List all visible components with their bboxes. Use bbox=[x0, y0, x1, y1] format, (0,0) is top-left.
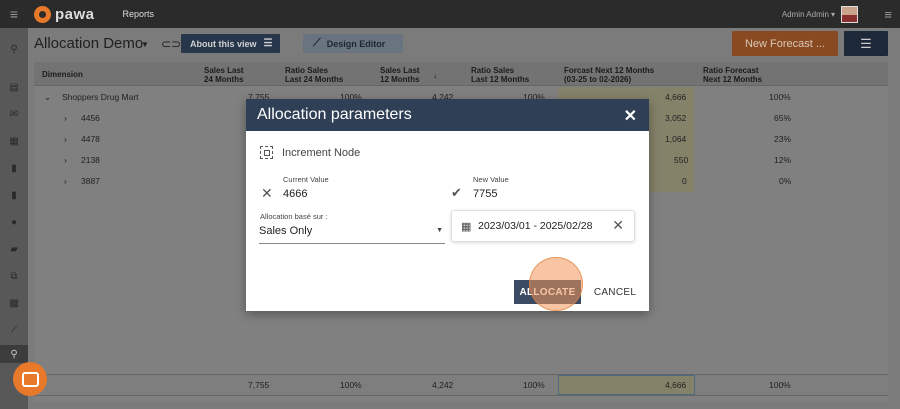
row-ratio-forecast: 100% bbox=[769, 92, 791, 102]
sort-down-icon[interactable]: ↓ bbox=[433, 71, 437, 80]
top-menu-icon[interactable]: ≡ bbox=[884, 0, 892, 28]
expand-chevron-icon[interactable]: ⌄ bbox=[44, 92, 51, 103]
about-this-view-button[interactable]: About this view ☰ bbox=[181, 34, 280, 53]
logo-mark-icon bbox=[34, 5, 51, 23]
total-forecast-12: 4,666 bbox=[665, 380, 687, 390]
top-bar: ≡ pawa Reports Admin Admin ▾ ≡ bbox=[0, 0, 900, 28]
logo-text: pawa bbox=[55, 5, 95, 23]
row-dimension: 4478 bbox=[81, 134, 100, 144]
row-forecast-12: 1,064 bbox=[665, 134, 687, 144]
sidebar-item-analysis-icon[interactable]: ⚲ bbox=[0, 345, 28, 363]
chat-widget-icon[interactable] bbox=[13, 362, 47, 396]
design-editor-button[interactable]: ⟋ Design Editor bbox=[303, 34, 403, 53]
dialog-title: Allocation parameters bbox=[257, 106, 412, 123]
clear-date-icon[interactable]: ✕ bbox=[612, 217, 624, 234]
allocation-basis-select[interactable]: Sales Only ▼ bbox=[259, 217, 445, 244]
table-footer-totals: 7,755 100% 4,242 100% 4,666 100% bbox=[34, 374, 888, 396]
row-ratio-forecast: 65% bbox=[774, 113, 792, 123]
user-menu-caret: ▾ bbox=[830, 9, 835, 19]
current-value-label: Current Value bbox=[283, 175, 329, 184]
new-forecast-button[interactable]: New Forecast ... bbox=[732, 31, 838, 56]
allocation-basis-value: Sales Only bbox=[259, 225, 313, 237]
sidebar-item-report-icon[interactable]: ▮ bbox=[0, 159, 28, 177]
user-name: Admin Admin bbox=[781, 9, 829, 19]
dialog-header: Allocation parameters ✕ bbox=[246, 99, 649, 131]
sidebar-item-copy-icon[interactable]: ⧉ bbox=[0, 267, 28, 285]
title-caret-down-icon[interactable]: ▼ bbox=[141, 40, 149, 49]
expand-chevron-icon[interactable]: › bbox=[64, 176, 67, 186]
calendar-icon[interactable]: ▦ bbox=[461, 220, 471, 233]
col-ratio-forecast[interactable]: Ratio Forecast Next 12 Months bbox=[703, 66, 762, 84]
row-dimension: 4456 bbox=[81, 113, 100, 123]
date-range-picker[interactable]: ▦ 2023/03/01 - 2025/02/28 ✕ bbox=[451, 210, 635, 242]
total-ratio-forecast: 100% bbox=[769, 380, 791, 390]
new-value-label: New Value bbox=[473, 175, 509, 184]
check-icon: ✔ bbox=[451, 185, 462, 200]
row-ratio-forecast: 0% bbox=[779, 176, 792, 186]
current-value: 4666 bbox=[283, 188, 308, 200]
row-ratio-forecast: 12% bbox=[774, 155, 792, 165]
row-dimension: Shoppers Drug Mart bbox=[62, 92, 139, 102]
avatar bbox=[841, 5, 858, 23]
x-mark-icon: ✕ bbox=[261, 185, 273, 201]
sidebar-item-document-icon[interactable]: ▮ bbox=[0, 186, 28, 204]
link-icon[interactable]: ⊂⊃ bbox=[161, 37, 181, 51]
table-header: Dimension Sales Last 24 Months Ratio Sal… bbox=[34, 62, 888, 86]
filter-icon: ☰ bbox=[860, 35, 872, 51]
expand-chevron-icon[interactable]: › bbox=[64, 113, 67, 123]
sidebar-item-calendar-icon[interactable]: ▦ bbox=[0, 132, 28, 150]
total-sales-12: 4,242 bbox=[432, 380, 454, 390]
new-value: 7755 bbox=[473, 188, 498, 200]
chevron-down-icon: ▼ bbox=[436, 227, 443, 234]
user-menu[interactable]: Admin Admin ▾ bbox=[782, 0, 858, 28]
row-dimension: 3887 bbox=[81, 176, 100, 186]
sidebar: ⚲ ▤ ✉ ▦ ▮ ▮ ● ▰ ⧉ ▩ ⟋ ⚲ bbox=[0, 28, 28, 409]
node-select-icon bbox=[260, 146, 273, 159]
page-title[interactable]: Allocation Demo bbox=[34, 35, 143, 52]
sidebar-item-user-icon[interactable]: ● bbox=[0, 213, 28, 231]
trend-icon: ⟋ bbox=[313, 37, 321, 49]
row-forecast-12: 550 bbox=[674, 155, 689, 165]
row-forecast-12: 4,666 bbox=[665, 92, 687, 102]
row-forecast-12: 0 bbox=[682, 176, 687, 186]
col-ratio-24[interactable]: Ratio Sales Last 24 Months bbox=[285, 66, 343, 84]
about-label: About this view bbox=[190, 38, 257, 49]
col-dimension[interactable]: Dimension bbox=[42, 70, 83, 79]
col-ratio-12[interactable]: Ratio Sales Last 12 Months bbox=[471, 66, 529, 84]
col-sales-24[interactable]: Sales Last 24 Months bbox=[204, 66, 244, 84]
sidebar-item-chart-icon[interactable]: ⟋ bbox=[0, 321, 28, 339]
sidebar-item-chat-icon[interactable]: ▰ bbox=[0, 240, 28, 258]
app-logo[interactable]: pawa bbox=[34, 5, 95, 23]
total-ratio-24: 100% bbox=[340, 380, 362, 390]
total-sales-24: 7,755 bbox=[248, 380, 270, 390]
sidebar-item-mail-icon[interactable]: ✉ bbox=[0, 105, 28, 123]
filter-button[interactable]: ☰ bbox=[844, 31, 888, 56]
allocation-parameters-dialog: Allocation parameters ✕ Increment Node C… bbox=[246, 99, 649, 311]
click-indicator bbox=[529, 257, 583, 311]
date-range-value: 2023/03/01 - 2025/02/28 bbox=[478, 220, 593, 232]
nav-reports-link[interactable]: Reports bbox=[123, 9, 155, 19]
increment-node-label: Increment Node bbox=[282, 146, 361, 159]
hamburger-menu-icon[interactable]: ≡ bbox=[0, 0, 28, 28]
sidebar-item-image-icon[interactable]: ▩ bbox=[0, 294, 28, 312]
list-icon: ☰ bbox=[263, 38, 273, 49]
col-sales-12[interactable]: Sales Last 12 Months bbox=[380, 66, 420, 84]
col-forecast-12[interactable]: Forcast Next 12 Months (03-25 to 02-2026… bbox=[564, 66, 654, 84]
design-label: Design Editor bbox=[326, 38, 386, 49]
sidebar-item-inbox-icon[interactable]: ▤ bbox=[0, 78, 28, 96]
row-ratio-forecast: 23% bbox=[774, 134, 792, 144]
search-icon[interactable]: ⚲ bbox=[0, 40, 28, 58]
close-icon[interactable]: ✕ bbox=[624, 106, 637, 126]
expand-chevron-icon[interactable]: › bbox=[64, 155, 67, 165]
expand-chevron-icon[interactable]: › bbox=[64, 134, 67, 144]
cancel-button[interactable]: CANCEL bbox=[588, 280, 642, 304]
row-forecast-12: 3,052 bbox=[665, 113, 687, 123]
total-ratio-12: 100% bbox=[523, 380, 545, 390]
increment-node: Increment Node bbox=[260, 146, 360, 159]
row-dimension: 2138 bbox=[81, 155, 100, 165]
